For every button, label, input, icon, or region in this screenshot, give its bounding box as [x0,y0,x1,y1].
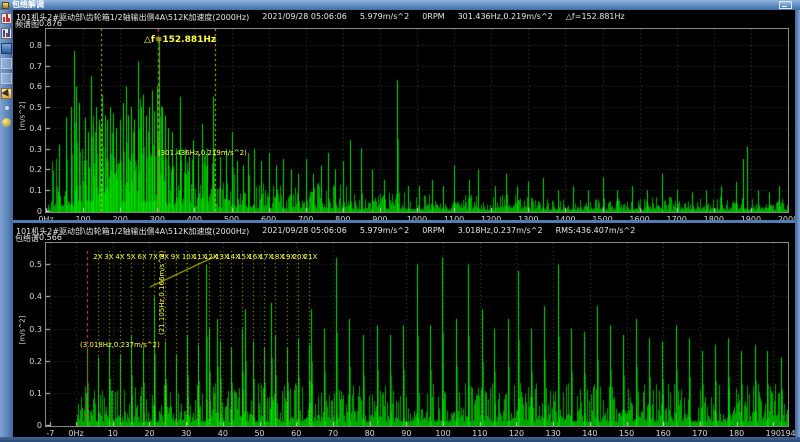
overall-value: 5.979m/s^2 [359,12,410,21]
rms-readout: RMS:436.407m/s^2 [555,226,636,235]
plot-type-label: 频谱图 [15,20,39,29]
y-tick-label: 0 [36,207,42,216]
spectrum-plot: 00.10.20.30.40.50.60.70.80Hz100200300400… [29,28,798,224]
plot-type-label: 包络谱 [15,234,39,243]
zoom-in-icon[interactable] [1,58,12,69]
save-icon[interactable] [1,43,12,54]
window-title: 包络解调 [12,0,44,9]
y-tick-label: 0.8 [29,40,42,50]
y-tick-label: 0.3 [29,324,42,334]
titlebar[interactable]: 包络解调 [0,0,800,10]
y-tick-label: 0.6 [29,82,42,92]
zoom-out-icon[interactable] [1,73,12,84]
timestamp: 2021/09/28 05:06:06 [262,226,347,235]
y-axis-unit: [m/s^2] [18,101,27,131]
y-tick-label: 0.3 [29,144,42,154]
y-tick-label: 0.5 [29,260,42,270]
y-tick-label: 0.1 [29,388,42,398]
envelope-canvas[interactable] [46,243,788,426]
y-tick-label: 0.4 [29,292,42,302]
window-right-border [795,10,800,442]
bar-chart-blue-icon[interactable] [1,28,12,39]
y-tick-label: 0.1 [29,186,42,196]
delta-f-readout: △f=152.881Hz [565,12,625,21]
help-icon[interactable] [2,118,11,127]
panel-separator [13,220,795,223]
left-toolbar [0,10,13,442]
y-tick-label: 0.4 [29,123,42,133]
y-axis-unit: [m/s^2] [18,315,27,345]
window-control-button[interactable] [779,1,792,9]
timestamp: 2021/09/28 05:06:06 [262,12,347,21]
dot-indicator-icon [4,106,9,110]
cursor-arrow-icon[interactable] [1,88,12,99]
panel1-header: 101机头2#驱动部\齿轮箱1/2轴输出侧4A\512K加速度(2000Hz) … [16,12,625,23]
y-tick-label: 0.2 [29,165,42,175]
window-bottom-border [0,437,800,442]
rpm-value: 0RPM [422,12,445,21]
y-tick-label: 0 [36,421,42,430]
cursor-readout: 301.436Hz,0.219m/s^2 [457,12,553,21]
y-tick-label: 0.7 [29,61,42,71]
spectrum-canvas[interactable] [46,29,788,212]
rpm-value: 0RPM [422,226,445,235]
app-window: 包络解调 101机头2#驱动部\齿轮箱1/2轴输出侧4A\512K加速度(200… [0,0,800,442]
overall-value: 5.979m/s^2 [359,226,410,235]
y-tick-label: 0.2 [29,356,42,366]
envelope-plot: 2X 3X 4X 5X 6X 7X 8X 9X 10X 11X 12X 13X 14X 15X 16X 17X… [29,242,796,438]
bar-chart-red-icon[interactable] [1,13,12,24]
y-tick-label: 0.5 [29,103,42,113]
panel2-header: 101机头2#驱动部\齿轮箱1/2轴输出侧4A\512K加速度(2000Hz) … [16,226,635,237]
cursor-readout: 3.018Hz,0.237m/s^2 [457,226,543,235]
window-icon [2,1,9,9]
